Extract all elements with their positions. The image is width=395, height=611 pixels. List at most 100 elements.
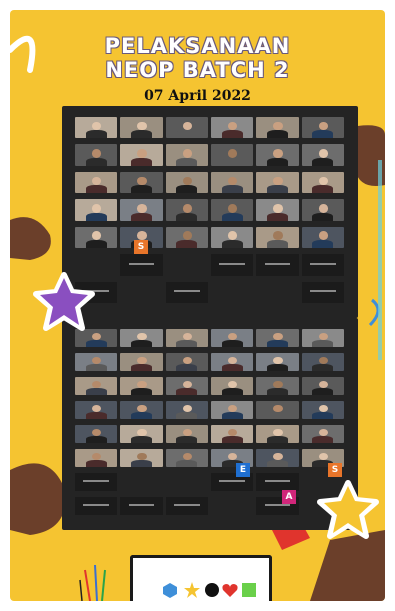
participant-face (227, 149, 238, 158)
participant-video-tile (301, 117, 344, 139)
participant-body (221, 340, 243, 347)
participant-video-tile (120, 329, 163, 347)
participant-video-tile (75, 449, 118, 467)
participant-video-tile (120, 353, 163, 371)
participant-video-tile (165, 144, 208, 166)
participant-video-tile (165, 353, 208, 371)
participant-face (137, 203, 147, 213)
participant-video-tile (256, 353, 299, 371)
participant-face (137, 356, 147, 365)
participant-face (91, 121, 102, 131)
participant-body (176, 157, 198, 166)
participant-video-tile (211, 425, 254, 443)
participant-name-tile (301, 254, 344, 276)
participant-face (91, 356, 102, 365)
participant-name-tile (75, 497, 118, 515)
participant-body (85, 412, 107, 419)
participant-face (318, 452, 328, 461)
participant-face (273, 231, 283, 240)
participant-face (91, 428, 102, 437)
participant-video-tile (75, 144, 118, 166)
participant-video-tile (256, 401, 299, 419)
participant-grid-1 (62, 106, 358, 318)
participant-body (312, 130, 334, 139)
participant-body (130, 212, 153, 221)
participant-body (312, 388, 334, 395)
participant-body (266, 130, 289, 139)
participant-body (266, 185, 289, 194)
participant-grid-2 (62, 318, 358, 530)
participant-body (221, 212, 243, 221)
shape-icons-row (163, 582, 256, 598)
participant-face (273, 203, 283, 213)
participant-video-tile (120, 199, 163, 221)
participant-video-tile (256, 425, 299, 443)
participant-video-tile (165, 226, 208, 249)
participant-face (137, 452, 147, 461)
heart-icon (222, 584, 238, 597)
participant-body (130, 130, 153, 139)
participant-body (130, 185, 153, 194)
participant-body (176, 436, 198, 443)
participant-video-tile (301, 144, 344, 166)
participant-body (85, 212, 107, 221)
participant-face (273, 176, 283, 186)
participant-video-tile (165, 377, 208, 395)
participant-body (221, 388, 243, 395)
participant-video-tile (211, 144, 254, 166)
participant-initial-tile: S (328, 463, 342, 477)
participant-face (182, 380, 192, 389)
participant-face (91, 380, 102, 389)
participant-video-tile (165, 425, 208, 443)
participant-video-tile (75, 199, 118, 221)
participant-name-bar (219, 480, 245, 483)
participant-face (318, 176, 328, 186)
participant-face (137, 149, 147, 158)
participant-video-tile (75, 226, 118, 249)
participant-face (273, 380, 283, 389)
participant-video-tile (165, 199, 208, 221)
participant-video-tile (120, 425, 163, 443)
participant-face (273, 121, 283, 131)
participant-face (273, 356, 283, 365)
participant-video-tile (301, 329, 344, 347)
participant-body (266, 157, 289, 166)
participant-face (137, 176, 147, 186)
participant-name-bar (219, 262, 245, 265)
participant-video-tile (75, 117, 118, 139)
participant-video-tile (301, 401, 344, 419)
participant-name-bar (310, 290, 336, 293)
yellow-star-icon (317, 480, 379, 539)
participant-video-tile (120, 117, 163, 139)
participant-body (266, 364, 289, 371)
participant-body (176, 239, 198, 249)
participant-video-tile (256, 144, 299, 166)
participant-name-bar (83, 504, 109, 507)
participant-body (221, 239, 243, 249)
participant-body (85, 239, 107, 249)
participant-video-tile (120, 401, 163, 419)
participant-body (266, 412, 289, 419)
poster-title-line1: PELAKSANAAN (104, 34, 291, 58)
participant-body (312, 157, 334, 166)
participant-body (85, 157, 107, 166)
purple-star-icon (33, 272, 95, 331)
participant-face (227, 380, 238, 389)
participant-video-tile (211, 401, 254, 419)
participant-body (85, 388, 107, 395)
participant-body (85, 340, 107, 347)
participant-video-tile (165, 449, 208, 467)
participant-face (318, 428, 328, 437)
participant-body (176, 130, 198, 139)
participant-name-tile (120, 497, 163, 515)
participant-video-tile (301, 425, 344, 443)
square-icon (242, 583, 256, 597)
participant-body (221, 436, 243, 443)
participant-face (227, 176, 238, 186)
participant-video-tile (120, 377, 163, 395)
participant-video-tile (165, 117, 208, 139)
participant-body (266, 460, 289, 467)
participant-face (318, 231, 328, 240)
participant-name-bar (174, 290, 200, 293)
participant-face (91, 231, 102, 240)
